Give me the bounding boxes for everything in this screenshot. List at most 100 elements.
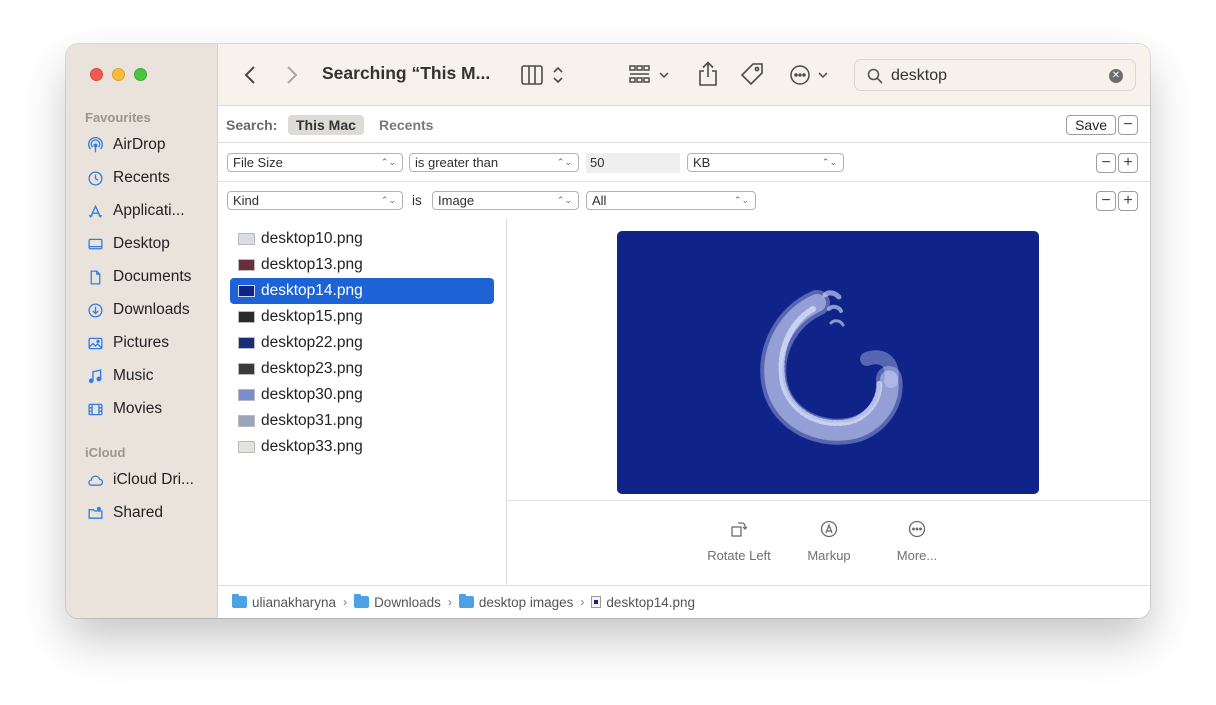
is-label: is: [412, 193, 422, 208]
path-label: desktop14.png: [606, 594, 695, 610]
sidebar-item-icloud-drive[interactable]: iCloud Dri...: [86, 468, 214, 492]
image-file-icon: [591, 596, 602, 608]
operator-select[interactable]: is greater than ⌃⌄: [409, 153, 579, 172]
save-search-button[interactable]: Save: [1066, 115, 1116, 135]
search-input[interactable]: [891, 65, 1091, 87]
image-thumbnail-icon: [238, 259, 255, 271]
ellipsis-circle-icon: [872, 520, 962, 538]
sidebar-item-airdrop[interactable]: AirDrop: [86, 133, 214, 157]
path-label: ulianakharyna: [252, 594, 337, 610]
attribute-value: Kind: [233, 193, 260, 208]
sidebar-item-downloads[interactable]: Downloads: [86, 298, 214, 322]
list-item[interactable]: desktop23.png: [230, 356, 494, 382]
rotate-left-icon: [694, 520, 784, 538]
back-button[interactable]: [242, 63, 258, 87]
list-item[interactable]: desktop22.png: [230, 330, 494, 356]
attribute-select[interactable]: Kind ⌃⌄: [227, 191, 403, 210]
criteria-row-file-size: File Size ⌃⌄ is greater than ⌃⌄ 50 KB ⌃⌄ − …: [218, 144, 1150, 182]
scope-this-mac[interactable]: This Mac: [288, 115, 364, 135]
sidebar-item-music[interactable]: Music: [86, 364, 214, 388]
film-icon: [86, 400, 105, 419]
add-criteria-button[interactable]: +: [1118, 191, 1138, 211]
cloud-icon: [86, 471, 105, 490]
sidebar-item-recents[interactable]: Recents: [86, 166, 214, 190]
applications-icon: [86, 202, 105, 221]
chevron-right-icon: ›: [580, 595, 585, 609]
list-item[interactable]: desktop10.png: [230, 226, 494, 252]
tags-button[interactable]: [738, 60, 766, 88]
minimize-window-button[interactable]: [112, 68, 125, 81]
view-mode-button[interactable]: [520, 62, 566, 88]
scope-label: Search:: [226, 117, 278, 133]
airdrop-icon: [86, 136, 105, 155]
remove-criteria-button[interactable]: −: [1096, 153, 1116, 173]
file-name: desktop33.png: [261, 438, 363, 455]
file-name: desktop14.png: [261, 282, 363, 299]
search-field[interactable]: ✕: [854, 59, 1136, 91]
share-button[interactable]: [694, 60, 722, 88]
search-icon: [867, 68, 883, 89]
list-item[interactable]: desktop31.png: [230, 408, 494, 434]
kind-detail-select[interactable]: All ⌃⌄: [586, 191, 756, 210]
file-name: desktop31.png: [261, 412, 363, 429]
home-folder-icon: [232, 594, 247, 608]
sidebar-item-label: Movies: [113, 400, 163, 417]
path-item-home[interactable]: ulianakharyna: [232, 594, 337, 610]
more-button[interactable]: More...: [872, 520, 962, 563]
file-name: desktop23.png: [261, 360, 363, 377]
scope-recents[interactable]: Recents: [371, 115, 441, 135]
toolbar: Searching “This M... desktop ✕: [218, 44, 1150, 106]
markup-button[interactable]: Markup: [784, 520, 874, 563]
shared-folder-icon: [86, 504, 105, 523]
sidebar-item-applications[interactable]: Applicati...: [86, 199, 214, 223]
attribute-select[interactable]: File Size ⌃⌄: [227, 153, 403, 172]
file-name: desktop30.png: [261, 386, 363, 403]
quick-actions: Rotate Left Markup More...: [508, 502, 1150, 585]
zoom-window-button[interactable]: [134, 68, 147, 81]
clear-search-icon[interactable]: ✕: [1109, 69, 1123, 83]
kind-select[interactable]: Image ⌃⌄: [432, 191, 579, 210]
list-item[interactable]: desktop33.png: [230, 434, 494, 460]
sidebar-section-favourites: Favourites: [85, 110, 151, 125]
sidebar-item-documents[interactable]: Documents: [86, 265, 214, 289]
path-item-file[interactable]: desktop14.png: [591, 595, 695, 610]
sidebar-item-pictures[interactable]: Pictures: [86, 331, 214, 355]
path-item-desktop-images[interactable]: desktop images: [458, 594, 574, 610]
folder-icon: [458, 594, 474, 608]
sidebar-item-label: iCloud Dri...: [113, 471, 194, 488]
close-window-button[interactable]: [90, 68, 103, 81]
chevron-right-icon: ›: [447, 595, 452, 609]
image-thumbnail-icon: [238, 415, 255, 427]
sidebar-item-label: Recents: [113, 169, 170, 186]
sidebar-item-shared[interactable]: Shared: [86, 501, 214, 525]
desktop-icon: [86, 235, 105, 254]
sidebar-item-movies[interactable]: Movies: [86, 397, 214, 421]
chevron-updown-icon: ⌃⌄: [380, 157, 396, 167]
ellipsis-circle-icon: [788, 64, 834, 86]
sidebar-item-desktop[interactable]: Desktop: [86, 232, 214, 256]
remove-search-button[interactable]: −: [1118, 115, 1138, 135]
more-actions-button[interactable]: [788, 62, 834, 88]
group-button[interactable]: [628, 62, 674, 88]
chevron-left-icon: [244, 65, 256, 85]
size-value-input[interactable]: 50: [586, 153, 680, 173]
forward-button[interactable]: [284, 63, 300, 87]
path-item-downloads[interactable]: Downloads: [354, 594, 441, 610]
file-name: desktop22.png: [261, 334, 363, 351]
sidebar-item-label: Applicati...: [113, 202, 185, 219]
pictures-icon: [86, 334, 105, 353]
list-item-selected[interactable]: desktop14.png: [230, 278, 494, 304]
folder-icon: [354, 594, 370, 608]
path-label: desktop images: [478, 594, 574, 610]
remove-criteria-button[interactable]: −: [1096, 191, 1116, 211]
list-item[interactable]: desktop13.png: [230, 252, 494, 278]
add-criteria-button[interactable]: +: [1118, 153, 1138, 173]
rotate-left-button[interactable]: Rotate Left: [694, 520, 784, 563]
chevron-updown-icon: ⌃⌄: [380, 195, 396, 205]
list-item[interactable]: desktop15.png: [230, 304, 494, 330]
sidebar-item-label: Documents: [113, 268, 192, 285]
path-label: Downloads: [374, 594, 441, 610]
image-thumbnail-icon: [238, 285, 255, 297]
list-item[interactable]: desktop30.png: [230, 382, 494, 408]
unit-select[interactable]: KB ⌃⌄: [687, 153, 844, 172]
